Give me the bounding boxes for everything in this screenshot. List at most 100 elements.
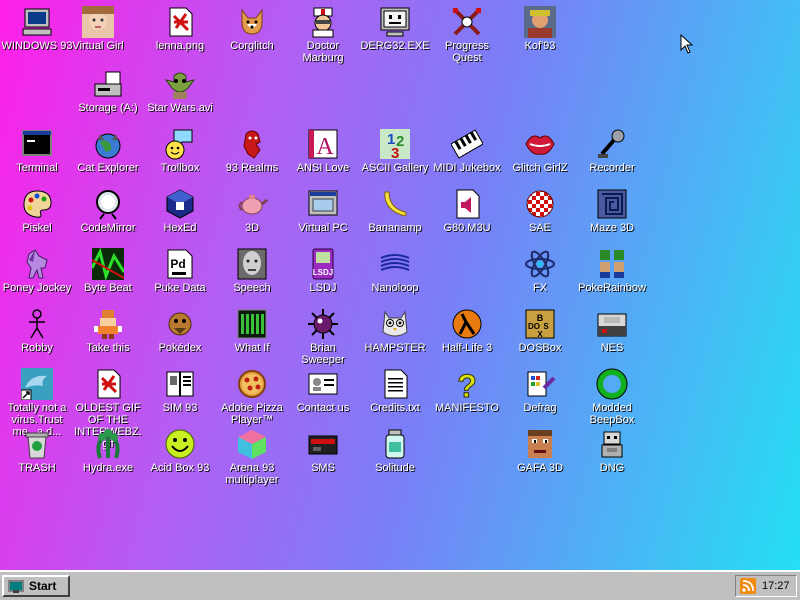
desktop-icon-speech[interactable]: Speech [216,248,288,294]
desktop-icon-midi-jukebox[interactable]: MIDI Jukebox [431,128,503,174]
desktop-icon-sms[interactable]: SMS [287,428,359,474]
desktop-icon-trash[interactable]: TRASH [1,428,73,474]
desktop-icon-corglitch[interactable]: Corglitch [216,6,288,52]
desktop-icon-label: Storage (A:) [78,102,138,114]
smiley-icon [164,428,196,460]
desktop-icon-label: Trollbox [160,162,200,174]
dos-box-icon: B DO S X [524,308,556,340]
desktop-icon-defrag[interactable]: Defrag [504,368,576,414]
trash-can-icon [21,428,53,460]
cube-icon [164,188,196,220]
desktop-icon-puke-data[interactable]: Pd Puke Data [144,248,216,294]
gameboy-icon: LSDJ [307,248,339,280]
desktop-icon-label: LSDJ [309,282,337,294]
desktop-icon-3d[interactable]: 3D [216,188,288,234]
desktop-icon-contact-us[interactable]: Contact us [287,368,359,414]
desktop-icon-pokedex[interactable]: Pokédex [144,308,216,354]
chat-bubble-icon [164,128,196,160]
characters-icon [596,248,628,280]
image-file-icon [164,6,196,38]
desktop-icon-pokerainbow[interactable]: PokeRainbow [576,248,648,294]
desktop-icon-virtual-pc[interactable]: Virtual PC [287,188,359,234]
desktop-icon-byte-beat[interactable]: Byte Beat [72,248,144,294]
desktop-icon-label: MANIFESTO [435,402,499,414]
desktop-icon-manifesto[interactable]: ? MANIFESTO [431,368,503,414]
desktop-icon-label: Recorder [589,162,635,174]
desktop-icon-ascii-gallery[interactable]: 123 ASCII Gallery [359,128,431,174]
desktop-icon-cat-explorer[interactable]: Cat Explorer [72,128,144,174]
dolphin-shortcut-icon [21,368,53,400]
desktop-icon-hydra[interactable]: Hydra.exe [72,428,144,474]
desktop-icon-adobe-pizza[interactable]: Adobe Pizza Player™ [216,368,288,426]
desktop-icon-fx[interactable]: FX [504,248,576,294]
desktop-icon-bananamp[interactable]: Bananamp [359,188,431,234]
doom-face-icon [524,428,556,460]
pony-icon [21,248,53,280]
system-tray: 17:27 [735,575,797,597]
desktop-icon-derg32[interactable]: DERG32.EXE [359,6,431,52]
desktop-icon-codemirror[interactable]: CodeMirror [72,188,144,234]
desktop-icon-hampster[interactable]: HAMPSTER [359,308,431,354]
desktop-icon-brian-sweeper[interactable]: Brian Sweeper [287,308,359,366]
lambda-icon [451,308,483,340]
desktop-icon-label: Terminal [16,162,58,174]
desktop-icon-terminal[interactable]: Terminal [1,128,73,174]
desktop-icon-nanoloop[interactable]: Nanoloop [359,248,431,294]
computer-icon [21,6,53,38]
desktop-icon-label: Glitch GirlZ [512,162,568,174]
desktop-icon-sim93[interactable]: SIM 93 [144,368,216,414]
start-button[interactable]: Start [2,575,70,597]
desktop-icon-label: Pokédex [158,342,202,354]
desktop-icon-storage[interactable]: Storage (A:) [72,68,144,114]
desktop-icon-dosbox[interactable]: B DO S X DOSBox [504,308,576,354]
desktop-icon-glitch-girlz[interactable]: Glitch GirlZ [504,128,576,174]
desktop-icon-virtual-girl[interactable]: Virtual Girl [62,6,134,52]
desktop-icon-doctor-marburg[interactable]: Doctor Marburg [287,6,359,64]
desktop-icon-piskel[interactable]: Piskel [1,188,73,234]
desktop-icon-arena93[interactable]: Arena 93 multiplayer [216,428,288,486]
desktop-icon-solitude[interactable]: Solitude [359,428,431,474]
desktop-icon-take-this[interactable]: Take this [72,308,144,354]
desktop-icon-recorder[interactable]: Recorder [576,128,648,174]
teapot-icon [236,188,268,220]
pokemon-creature-icon [164,308,196,340]
desktop-icon-label: Contact us [296,402,350,414]
desktop-icon-hexed[interactable]: HexEd [144,188,216,234]
desktop-icon-what-if[interactable]: What If [216,308,288,354]
desktop-icon-lsdj[interactable]: LSDJ LSDJ [287,248,359,294]
desktop-icon-g80m3u[interactable]: G80.M3U [431,188,503,234]
svg-text:Pd: Pd [170,257,185,271]
desktop-icon-maze3d[interactable]: Maze 3D [576,188,648,234]
desktop-icon-label: lenna.png [155,40,205,52]
desktop-icon-trollbox[interactable]: Trollbox [144,128,216,174]
desktop-icon-star-wars[interactable]: Star Wars.avi [144,68,216,114]
desktop-icon-label: Solitude [375,462,415,474]
desktop-icon-credits[interactable]: Credits.txt [359,368,431,414]
desktop-icon-ansi-love[interactable]: A ANSI Love [287,128,359,174]
desktop-icon-dng[interactable]: DNG [576,428,648,474]
crossed-swords-icon [451,6,483,38]
desktop-icon-half-life3[interactable]: Half-Life 3 [431,308,503,354]
book-icon [164,368,196,400]
desktop-icon-kof93[interactable]: Kof'93 [504,6,576,52]
desktop-icon-label: Brian Sweeper [301,342,345,366]
desktop-icon-label: DERG32.EXE [360,40,430,52]
clock[interactable]: 17:27 [762,580,790,592]
desktop-icon-lenna[interactable]: lenna.png [144,6,216,52]
start-logo-icon [8,580,24,593]
desktop-icon-label: DOSBox [518,342,562,354]
desktop-icon-93realms[interactable]: 93 Realms [216,128,288,174]
rss-feed-icon[interactable] [740,578,756,594]
desktop-icon-label: Hydra.exe [82,462,134,474]
desktop-icon-poney-jockey[interactable]: Poney Jockey [1,248,73,294]
desktop-icon-nes[interactable]: NES [576,308,648,354]
desktop-icon-modded-beepbox[interactable]: Modded BeepBox [576,368,648,426]
desktop-icon-acid-box[interactable]: Acid Box 93 [144,428,216,474]
green-ring-icon [596,368,628,400]
desktop-icon-label: Doctor Marburg [302,40,344,64]
desktop-icon-progress-quest[interactable]: Progress Quest [431,6,503,64]
desktop-icon-sae[interactable]: SAE [504,188,576,234]
wave-lines-icon [379,248,411,280]
desktop-icon-gafa3d[interactable]: GAFA 3D [504,428,576,474]
desktop-icon-robby[interactable]: Robby [1,308,73,354]
